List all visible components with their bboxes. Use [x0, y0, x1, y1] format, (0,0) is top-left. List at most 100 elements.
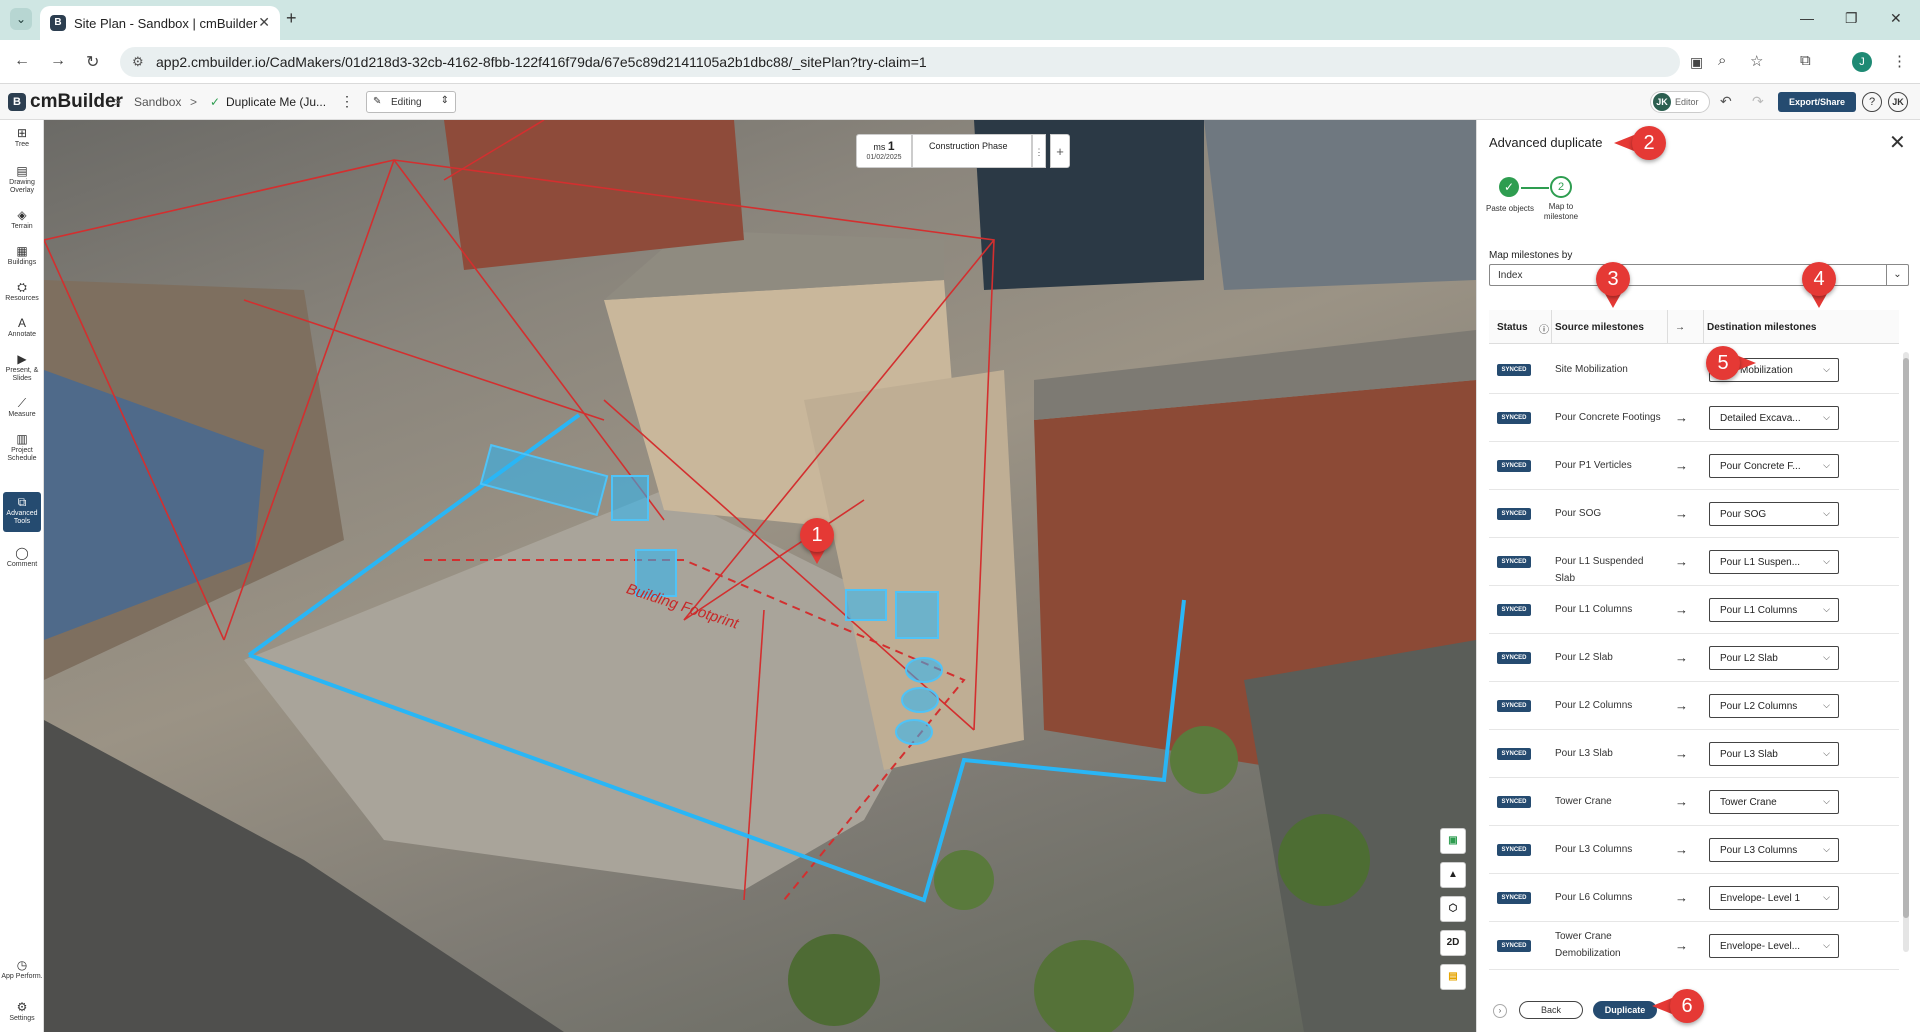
chevron-down-icon: ⌵ [1823, 604, 1830, 614]
chevron-down-icon: ⌵ [1823, 364, 1830, 374]
destination-milestone-select[interactable]: Pour L3 Slab ⌵ [1709, 742, 1839, 766]
performance-icon: ◷ [16, 958, 28, 972]
tab-title: Site Plan - Sandbox | cmBuilder [74, 16, 258, 31]
sidebar-item-advanced-tools[interactable]: ⧉ Advanced Tools [3, 492, 41, 532]
map-milestones-by-label: Map milestones by [1489, 250, 1573, 261]
sidebar-item-drawing-overlay[interactable]: ▤ Drawing Overlay [0, 164, 44, 195]
source-milestone: Pour P1 Verticles [1555, 460, 1632, 471]
chevron-down-icon: ⌵ [1823, 652, 1830, 662]
sidebar-item-comment[interactable]: ◯ Comment [0, 546, 44, 569]
scrollbar-thumb[interactable] [1903, 358, 1909, 918]
destination-milestone-select[interactable]: Pour L2 Columns ⌵ [1709, 694, 1839, 718]
map-layer-icon[interactable]: ▣ [1440, 828, 1466, 854]
status-badge: SYNCED [1497, 364, 1531, 376]
tab-search-icon[interactable]: ⌄ [10, 8, 32, 30]
status-info-icon[interactable]: ⓘ [1539, 321, 1549, 336]
window-close-icon[interactable]: ✕ [1890, 10, 1902, 27]
table-scrollbar[interactable] [1903, 352, 1909, 952]
table-row: SYNCED Tower Crane Demobilization → Envelop… [1489, 922, 1899, 970]
restore-icon[interactable]: ❐ [1845, 10, 1858, 27]
url-field[interactable]: ⚙ app2.cmbuilder.io/CadMakers/01d218d3-3… [120, 47, 1703, 77]
map-milestones-by-select[interactable]: Index ⌄ [1489, 264, 1909, 286]
basemap-icon[interactable]: ▤ [1440, 964, 1466, 990]
breadcrumb-current-project[interactable]: Duplicate Me (Ju... [226, 95, 326, 109]
mapping-arrow-icon: → [1675, 938, 1688, 953]
account-button[interactable]: JK [1888, 92, 1908, 112]
terrain-icon: ◈ [17, 208, 27, 222]
view-2d-button[interactable]: 2D [1440, 930, 1466, 956]
breadcrumb-chevron-icon: > [114, 95, 122, 109]
user-role-chip[interactable]: JK Editor [1650, 91, 1710, 113]
destination-milestone-select[interactable]: Pour L1 Suspen... ⌵ [1709, 550, 1839, 574]
tree [788, 934, 880, 1026]
back-arrow-icon[interactable]: ← [14, 52, 30, 70]
compass-north-icon[interactable]: ▲ [1440, 862, 1466, 888]
back-button[interactable]: Back [1519, 1001, 1583, 1019]
view-cube-icon[interactable]: ⬡ [1440, 896, 1466, 922]
browser-menu-icon[interactable]: ⋮ [1892, 52, 1907, 70]
milestone-date: 01/02/2025 [866, 154, 902, 161]
sidebar-item-terrain[interactable]: ◈ Terrain [0, 208, 44, 231]
annotate-icon: A [17, 316, 26, 330]
sidebar-item-project-schedule[interactable]: ▥ Project Schedule [0, 432, 44, 463]
sidebar-item-measure[interactable]: ⟋ Measure [0, 396, 44, 419]
sidebar-item-present[interactable]: ▶ Present, & Slides [0, 352, 44, 383]
destination-milestone-select[interactable]: Tower Crane ⌵ [1709, 790, 1839, 814]
tab-close-icon[interactable]: ✕ [258, 14, 270, 31]
table-row: SYNCED Pour L1 Suspended Slab → Pour L1 Sus… [1489, 538, 1899, 586]
sidebar-item-app-performance[interactable]: ◷ App Perform. [0, 958, 44, 981]
undo-icon[interactable]: ↶ [1720, 93, 1732, 110]
zoom-icon[interactable]: ⌕ [1718, 52, 1726, 69]
chevron-down-icon: ⌵ [1823, 844, 1830, 854]
expand-chevron-icon[interactable]: › [1493, 1004, 1507, 1018]
sidebar-item-settings[interactable]: ⚙ Settings [0, 1000, 44, 1023]
redo-icon[interactable]: ↷ [1752, 93, 1764, 110]
app-logo[interactable]: BcmBuilder [8, 91, 123, 113]
reload-icon[interactable]: ↻ [86, 52, 99, 72]
destination-milestone-select[interactable]: Pour L1 Columns ⌵ [1709, 598, 1839, 622]
sidebar-item-resources[interactable]: ⛭ Resources [0, 280, 44, 303]
map-viewport[interactable]: Building Footprint ms 1 01/02/2025 Const… [44, 120, 1476, 1032]
close-icon[interactable]: ✕ [1889, 130, 1906, 155]
phase-drag-handle-icon[interactable]: ⋮ [1032, 134, 1046, 168]
destination-milestone-select[interactable]: Detailed Excava... ⌵ [1709, 406, 1839, 430]
browser-tab[interactable]: B Site Plan - Sandbox | cmBuilder ✕ [40, 6, 280, 40]
forward-arrow-icon[interactable]: → [50, 52, 66, 70]
callout-5: 5 [1706, 346, 1740, 380]
sidebar-item-buildings[interactable]: ▦ Buildings [0, 244, 44, 267]
help-button[interactable]: ? [1862, 92, 1882, 112]
step-connector [1521, 187, 1549, 189]
minimize-icon[interactable]: — [1800, 10, 1814, 26]
duplicate-button[interactable]: Duplicate [1593, 1001, 1657, 1019]
status-badge: SYNCED [1497, 604, 1531, 616]
breadcrumb-sandbox[interactable]: Sandbox [134, 95, 181, 109]
phase-selector[interactable]: Construction Phase [912, 134, 1032, 168]
chevron-down-icon: ⌵ [1823, 796, 1830, 806]
add-phase-button[interactable]: + [1050, 134, 1070, 168]
advanced-tools-icon: ⧉ [17, 495, 27, 509]
bookmark-star-icon[interactable]: ☆ [1750, 52, 1763, 70]
destination-milestone-select[interactable]: Pour SOG ⌵ [1709, 502, 1839, 526]
tree [1170, 726, 1238, 794]
resources-icon: ⛭ [17, 280, 27, 294]
destination-milestone-select[interactable]: Envelope- Level 1 ⌵ [1709, 886, 1839, 910]
export-share-button[interactable]: Export/Share [1778, 92, 1856, 112]
destination-milestone-select[interactable]: Pour L2 Slab ⌵ [1709, 646, 1839, 670]
new-tab-icon[interactable]: + [286, 8, 297, 29]
callout-2: 2 [1632, 126, 1666, 160]
step-2-indicator: 2 [1550, 176, 1572, 198]
destination-milestone-select[interactable]: Pour Concrete F... ⌵ [1709, 454, 1839, 478]
status-badge: SYNCED [1497, 796, 1531, 808]
mode-select[interactable]: ✎ Editing ⇕ [366, 91, 456, 113]
project-menu-icon[interactable]: ⋮ [340, 93, 354, 110]
sidebar-item-annotate[interactable]: A Annotate [0, 316, 44, 339]
status-column-header: Status [1497, 322, 1528, 333]
site-info-icon[interactable]: ⚙ [132, 54, 144, 70]
profile-avatar[interactable]: J [1852, 52, 1872, 72]
sidebar-item-tree[interactable]: ⊞ Tree [0, 126, 44, 149]
extensions-icon[interactable]: ⧉ [1800, 52, 1811, 69]
destination-milestone-select[interactable]: Pour L3 Columns ⌵ [1709, 838, 1839, 862]
milestone-selector[interactable]: ms 1 01/02/2025 [856, 134, 912, 168]
destination-milestone-select[interactable]: Envelope- Level... ⌵ [1709, 934, 1839, 958]
clipboard-icon[interactable]: ▣ [1690, 54, 1703, 71]
